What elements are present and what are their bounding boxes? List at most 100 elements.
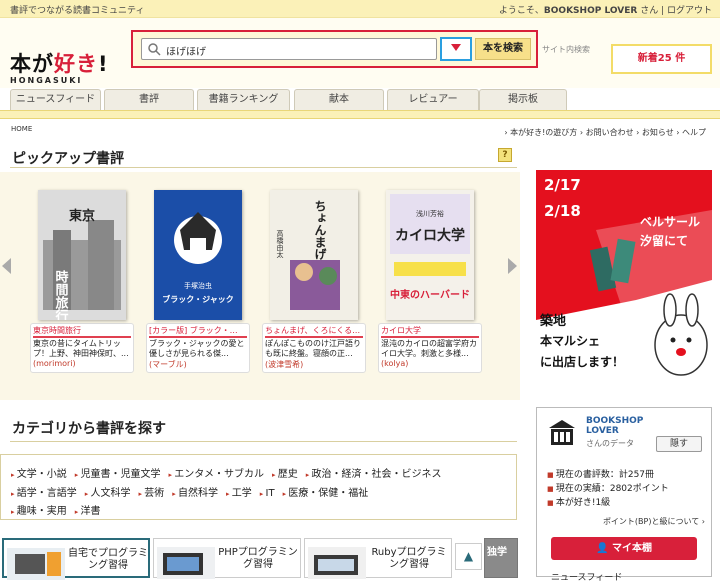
tab-newsfeed[interactable]: ニュースフィード: [10, 89, 101, 111]
category-link[interactable]: IT: [260, 488, 275, 499]
logout-link[interactable]: ログアウト: [667, 6, 712, 16]
logo-part-c: !: [98, 52, 109, 76]
category-link[interactable]: 文学・小説: [11, 469, 67, 480]
promo-card-label: Rubyプログラミング習得: [371, 547, 447, 570]
promo-card[interactable]: Rubyプログラミング習得: [304, 538, 452, 579]
search-button[interactable]: 本を検索: [475, 38, 531, 60]
carousel-next-icon[interactable]: [508, 258, 517, 274]
book-title[interactable]: ちょんまげ、くろにくる…: [265, 325, 363, 338]
promo-card[interactable]: 自宅でプログラミング習得: [2, 538, 150, 580]
sidebar-username[interactable]: BOOKSHOP LOVER: [586, 416, 643, 436]
my-bookshelf-button[interactable]: 👤 マイ本棚: [551, 537, 697, 560]
svg-text:高橋由太: 高橋由太: [276, 229, 284, 259]
category-link[interactable]: 歴史: [272, 469, 298, 480]
book-info: 東京時間旅行 東京の昔にタイムトリップ！上野、神田神保町、... (morimo…: [30, 323, 134, 373]
svg-text:ブラック・ジャック: ブラック・ジャック: [162, 294, 233, 304]
svg-text:ちょんまげ: ちょんまげ: [313, 200, 327, 261]
welcome-text: ようこそ、: [498, 6, 544, 16]
promo-line3: に出店します！: [540, 355, 625, 369]
top-bar: 書評でつながる読書コミュニティ ようこそ、BOOKSHOP LOVER さん |…: [0, 0, 720, 18]
book-title[interactable]: 東京時間旅行: [33, 325, 131, 338]
book-card[interactable]: 浅川芳裕 カイロ大学 中東のハーバード カイロ大学 混沌のカイロの超富学府カイロ…: [378, 190, 482, 373]
tab-kenpon[interactable]: 献本: [294, 89, 384, 111]
book-info: カイロ大学 混沌のカイロの超富学府カイロ大学。刺激と多様... (kolya): [378, 323, 482, 373]
reviewer-name[interactable]: (kolya): [381, 359, 479, 368]
help-icon[interactable]: ?: [498, 148, 512, 162]
book-cover[interactable]: 手塚治虫 ブラック・ジャック: [154, 190, 242, 320]
laptop-icon: [7, 548, 65, 580]
user-sidebar: BOOKSHOPLOVER さんのデータ 隠す 現在の書評数：計257冊 現在の…: [536, 407, 712, 583]
san-text: さん: [640, 6, 659, 16]
reviewer-name[interactable]: (マーブル): [149, 359, 247, 370]
category-link[interactable]: 工学: [226, 488, 252, 499]
reviewer-name[interactable]: (morimori): [33, 359, 131, 368]
svg-text:東京: 東京: [69, 208, 95, 224]
book-cover[interactable]: 浅川芳裕 カイロ大学 中東のハーバード: [386, 190, 474, 320]
triangle-down-icon: [451, 44, 461, 51]
carousel-prev-icon[interactable]: [2, 258, 11, 274]
help-links[interactable]: › 本が好き!の遊び方 › お問い合わせ › お知らせ › ヘルプ: [504, 127, 706, 138]
tab-reviewers[interactable]: レビュアー: [387, 89, 479, 111]
promo-card[interactable]: PHPプログラミング習得: [153, 538, 301, 579]
promo-date2: 2/18: [544, 202, 581, 220]
username[interactable]: BOOKSHOP LOVER: [544, 6, 637, 16]
promo-card[interactable]: 独学: [484, 538, 518, 578]
search-dropdown-button[interactable]: [440, 37, 472, 61]
book-cover-image: 浅川芳裕 カイロ大学 中東のハーバード: [386, 190, 474, 320]
category-link[interactable]: 趣味・実用: [11, 506, 67, 517]
book-card[interactable]: 東京 時間旅行 東京時間旅行 東京の昔にタイムトリップ！上野、神田神保町、...…: [30, 190, 134, 373]
promo-banner[interactable]: 2/17 2/18 ベルサール 汐留にて 築地 本マルシェ に出店します！: [536, 170, 712, 386]
promo-card-label: PHPプログラミング習得: [218, 547, 298, 570]
category-link[interactable]: 政治・経済・社会・ビジネス: [306, 469, 442, 480]
promo-card-label: 独学: [487, 547, 507, 558]
nav-underline: [0, 110, 720, 119]
category-link[interactable]: エンタメ・サブカル: [169, 469, 264, 480]
book-cover-image: 高橋由太 ちょんまげ: [270, 190, 358, 320]
hide-button[interactable]: 隠す: [656, 436, 702, 452]
reviewer-name[interactable]: (波津雪希): [265, 359, 363, 370]
search-input[interactable]: ほげほげ: [141, 38, 437, 60]
site-logo[interactable]: 本が好き! HONGASUKI: [10, 48, 109, 85]
sidebar-data-label: さんのデータ: [586, 439, 634, 448]
scroll-top-button[interactable]: ▲: [455, 543, 482, 570]
book-desc: 混沌のカイロの超富学府カイロ大学。刺激と多様...: [381, 339, 477, 358]
promo-card-label: 自宅でプログラミング習得: [68, 548, 148, 571]
breadcrumb[interactable]: HOME: [11, 125, 32, 133]
search-icon: [148, 43, 161, 56]
svg-text:手塚治虫: 手塚治虫: [184, 281, 212, 290]
category-link[interactable]: 自然科学: [172, 488, 218, 499]
tab-reviews[interactable]: 書評: [104, 89, 194, 111]
promo-line1: 築地: [540, 314, 567, 329]
user-greeting: ようこそ、BOOKSHOP LOVER さん | ログアウト: [498, 6, 712, 16]
book-info: [カラー版] ブラック・… ブラック・ジャックの愛と優しさが見られる傑... (…: [146, 323, 250, 373]
category-link[interactable]: 洋書: [75, 506, 101, 517]
category-link[interactable]: 医療・保健・福祉: [283, 488, 369, 499]
book-card[interactable]: 手塚治虫 ブラック・ジャック [カラー版] ブラック・… ブラック・ジャックの愛…: [146, 190, 250, 373]
book-title[interactable]: カイロ大学: [381, 325, 479, 338]
sidebar-username-line1: BOOKSHOP: [586, 416, 644, 426]
book-card[interactable]: 高橋由太 ちょんまげ ちょんまげ、くろにくる… ぽんぽこもののけ江戸語りも既に終…: [262, 190, 366, 373]
search-value: ほげほげ: [166, 47, 206, 58]
tab-bbs[interactable]: 掲示板: [479, 89, 567, 111]
bp-info-link[interactable]: ポイント(BP)と級について ›: [603, 516, 705, 527]
promo-cards: 自宅でプログラミング習得 PHPプログラミング習得 Rubyプログラミング習得 …: [0, 538, 520, 580]
category-link[interactable]: 人文科学: [85, 488, 131, 499]
category-link[interactable]: 芸術: [139, 488, 165, 499]
book-title[interactable]: [カラー版] ブラック・…: [149, 325, 247, 338]
logo-part-a: 本が: [10, 52, 54, 76]
tab-ranking[interactable]: 書籍ランキング: [197, 89, 290, 111]
promo-venue2: 汐留にて: [640, 234, 689, 248]
svg-text:時間旅行: 時間旅行: [53, 269, 70, 320]
category-link[interactable]: 語学・言語学: [11, 488, 77, 499]
tagline: 書評でつながる読書コミュニティ: [10, 6, 145, 16]
book-cover[interactable]: 高橋由太 ちょんまげ: [270, 190, 358, 320]
book-info: ちょんまげ、くろにくる… ぽんぽこもののけ江戸語りも既に終盤。寝顔の正... (…: [262, 323, 366, 373]
new-notifications-badge[interactable]: 新着25 件: [611, 44, 712, 74]
divider: [10, 441, 517, 442]
category-link[interactable]: 児童書・児童文学: [75, 469, 161, 480]
category-list: 文学・小説児童書・児童文学エンタメ・サブカル歴史政治・経済・社会・ビジネス 語学…: [0, 454, 517, 520]
book-cover[interactable]: 東京 時間旅行: [38, 190, 126, 323]
category-row: 趣味・実用洋書: [11, 502, 109, 517]
site-search-link[interactable]: サイト内検索: [542, 44, 590, 55]
book-cover-image: 東京 時間旅行: [38, 190, 126, 323]
